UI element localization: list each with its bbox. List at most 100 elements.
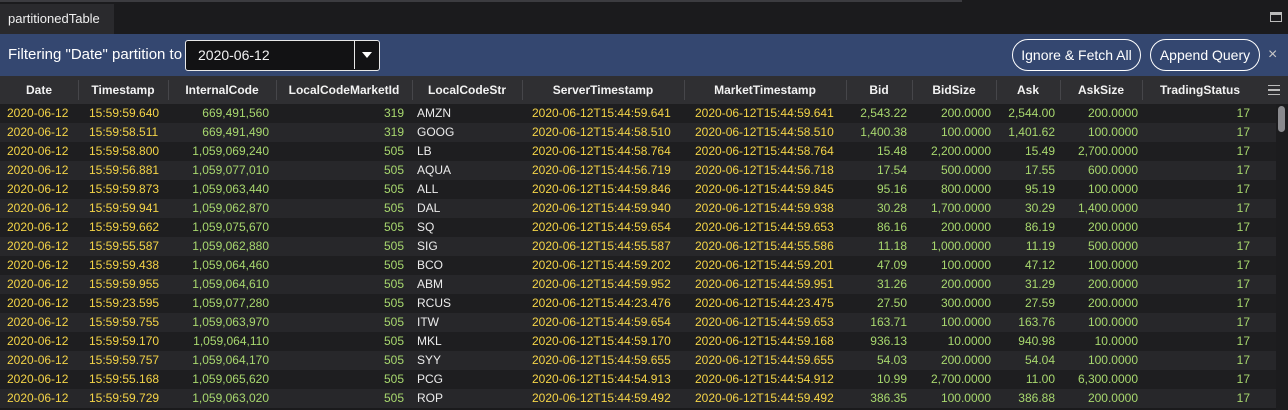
- column-header-asksize[interactable]: AskSize: [1060, 76, 1142, 104]
- cell-ask[interactable]: 31.29: [1025, 275, 1055, 294]
- cell-servertimestamp[interactable]: 2020-06-12T15:44:58.510: [532, 123, 671, 142]
- table-row[interactable]: 2020-06-12 15:59:58.800 1,059,069,240 505 LB…: [0, 142, 1276, 161]
- cell-bid[interactable]: 386.35: [870, 389, 907, 408]
- cell-bid[interactable]: 11.18: [878, 237, 907, 256]
- cell-date[interactable]: 2020-06-12: [7, 123, 68, 142]
- cell-localcodestr[interactable]: PCG: [417, 370, 443, 389]
- cell-bidsize[interactable]: 200.0000: [941, 351, 991, 370]
- partition-select[interactable]: 2020-06-12: [185, 40, 380, 71]
- cell-ask[interactable]: 27.59: [1025, 294, 1055, 313]
- cell-internalcode[interactable]: 1,059,077,010: [192, 161, 269, 180]
- table-row[interactable]: 2020-06-12 15:59:59.438 1,059,064,460 505 BC…: [0, 256, 1276, 275]
- cell-bid[interactable]: 27.50: [877, 294, 907, 313]
- column-header-markettimestamp[interactable]: MarketTimestamp: [684, 76, 846, 104]
- tab-partitioned-table[interactable]: partitionedTable: [0, 4, 114, 34]
- cell-localcodemarketid[interactable]: 505: [384, 313, 404, 332]
- column-header-tradingstatus[interactable]: TradingStatus: [1142, 76, 1258, 104]
- cell-asksize[interactable]: 200.0000: [1088, 218, 1138, 237]
- cell-ask[interactable]: 163.76: [1018, 313, 1055, 332]
- cell-timestamp[interactable]: 15:59:59.955: [89, 275, 159, 294]
- cell-timestamp[interactable]: 15:59:58.800: [89, 142, 159, 161]
- cell-tradingstatus[interactable]: 17: [1237, 294, 1250, 313]
- cell-asksize[interactable]: 100.0000: [1088, 256, 1138, 275]
- cell-internalcode[interactable]: 1,059,063,020: [192, 389, 269, 408]
- cell-bidsize[interactable]: 200.0000: [941, 218, 991, 237]
- cell-date[interactable]: 2020-06-12: [7, 218, 68, 237]
- vertical-scrollbar[interactable]: [1276, 104, 1288, 410]
- table-row[interactable]: 2020-06-12 15:59:59.873 1,059,063,440 505 AL…: [0, 180, 1276, 199]
- cell-markettimestamp[interactable]: 2020-06-12T15:44:56.718: [695, 161, 834, 180]
- cell-timestamp[interactable]: 15:59:59.941: [89, 199, 159, 218]
- cell-internalcode[interactable]: 1,059,075,670: [192, 218, 269, 237]
- table-row[interactable]: 2020-06-12 15:59:59.640 669,491,560 319 AMZN…: [0, 104, 1276, 123]
- cell-bid[interactable]: 54.03: [877, 351, 907, 370]
- cell-tradingstatus[interactable]: 17: [1237, 351, 1250, 370]
- cell-markettimestamp[interactable]: 2020-06-12T15:44:59.938: [695, 199, 834, 218]
- cell-bidsize[interactable]: 100.0000: [941, 389, 991, 408]
- cell-internalcode[interactable]: 1,059,064,460: [192, 256, 269, 275]
- cell-internalcode[interactable]: 1,059,063,970: [192, 313, 269, 332]
- cell-localcodemarketid[interactable]: 505: [384, 161, 404, 180]
- column-header-bidsize[interactable]: BidSize: [912, 76, 996, 104]
- cell-bid[interactable]: 936.13: [870, 332, 907, 351]
- cell-bidsize[interactable]: 1,000.0000: [931, 237, 991, 256]
- cell-bid[interactable]: 95.16: [877, 180, 907, 199]
- cell-bid[interactable]: 47.09: [877, 256, 907, 275]
- cell-asksize[interactable]: 200.0000: [1088, 389, 1138, 408]
- cell-bidsize[interactable]: 2,700.0000: [931, 370, 991, 389]
- cell-ask[interactable]: 47.12: [1025, 256, 1055, 275]
- column-header-ask[interactable]: Ask: [996, 76, 1060, 104]
- cell-timestamp[interactable]: 15:59:59.640: [89, 104, 159, 123]
- table-row[interactable]: 2020-06-12 15:59:59.729 1,059,063,020 505 RO…: [0, 389, 1276, 408]
- cell-servertimestamp[interactable]: 2020-06-12T15:44:59.492: [532, 389, 671, 408]
- cell-date[interactable]: 2020-06-12: [7, 332, 68, 351]
- cell-servertimestamp[interactable]: 2020-06-12T15:44:59.940: [532, 199, 671, 218]
- cell-bid[interactable]: 15.48: [877, 142, 907, 161]
- cell-date[interactable]: 2020-06-12: [7, 161, 68, 180]
- table-row[interactable]: 2020-06-12 15:59:55.587 1,059,062,880 505 SI…: [0, 237, 1276, 256]
- cell-date[interactable]: 2020-06-12: [7, 370, 68, 389]
- cell-localcodestr[interactable]: SYY: [417, 351, 441, 370]
- cell-localcodestr[interactable]: ALL: [417, 180, 438, 199]
- cell-ask[interactable]: 11.00: [1026, 370, 1055, 389]
- cell-localcodemarketid[interactable]: 319: [384, 123, 404, 142]
- cell-date[interactable]: 2020-06-12: [7, 199, 68, 218]
- cell-date[interactable]: 2020-06-12: [7, 313, 68, 332]
- cell-ask[interactable]: 1,401.62: [1008, 123, 1055, 142]
- cell-tradingstatus[interactable]: 17: [1237, 104, 1250, 123]
- cell-asksize[interactable]: 500.0000: [1088, 237, 1138, 256]
- table-row[interactable]: 2020-06-12 15:59:58.511 669,491,490 319 GOOG…: [0, 123, 1276, 142]
- cell-tradingstatus[interactable]: 17: [1237, 370, 1250, 389]
- cell-asksize[interactable]: 2,700.0000: [1078, 142, 1138, 161]
- cell-servertimestamp[interactable]: 2020-06-12T15:44:59.655: [532, 351, 671, 370]
- cell-localcodemarketid[interactable]: 505: [384, 389, 404, 408]
- cell-internalcode[interactable]: 669,491,560: [202, 104, 269, 123]
- cell-servertimestamp[interactable]: 2020-06-12T15:44:59.654: [532, 313, 671, 332]
- cell-localcodemarketid[interactable]: 505: [384, 256, 404, 275]
- cell-bid[interactable]: 17.54: [877, 161, 907, 180]
- cell-servertimestamp[interactable]: 2020-06-12T15:44:59.952: [532, 275, 671, 294]
- cell-tradingstatus[interactable]: 17: [1237, 332, 1250, 351]
- scrollbar-thumb[interactable]: [1278, 106, 1285, 132]
- cell-localcodemarketid[interactable]: 505: [384, 180, 404, 199]
- cell-tradingstatus[interactable]: 17: [1237, 313, 1250, 332]
- column-header-servertimestamp[interactable]: ServerTimestamp: [522, 76, 684, 104]
- cell-servertimestamp[interactable]: 2020-06-12T15:44:56.719: [532, 161, 671, 180]
- cell-servertimestamp[interactable]: 2020-06-12T15:44:59.846: [532, 180, 671, 199]
- append-query-button[interactable]: Append Query: [1150, 39, 1260, 71]
- cell-internalcode[interactable]: 1,059,063,440: [192, 180, 269, 199]
- cell-localcodemarketid[interactable]: 319: [384, 104, 404, 123]
- cell-timestamp[interactable]: 15:59:23.595: [89, 294, 159, 313]
- table-row[interactable]: 2020-06-12 15:59:59.170 1,059,064,110 505 MK…: [0, 332, 1276, 351]
- cell-date[interactable]: 2020-06-12: [7, 256, 68, 275]
- cell-servertimestamp[interactable]: 2020-06-12T15:44:23.476: [532, 294, 671, 313]
- cell-markettimestamp[interactable]: 2020-06-12T15:44:58.764: [695, 142, 834, 161]
- cell-markettimestamp[interactable]: 2020-06-12T15:44:23.475: [695, 294, 834, 313]
- cell-tradingstatus[interactable]: 17: [1237, 389, 1250, 408]
- cell-internalcode[interactable]: 669,491,490: [202, 123, 269, 142]
- cell-asksize[interactable]: 600.0000: [1088, 161, 1138, 180]
- cell-markettimestamp[interactable]: 2020-06-12T15:44:59.492: [695, 389, 834, 408]
- cell-bidsize[interactable]: 800.0000: [941, 180, 991, 199]
- cell-internalcode[interactable]: 1,059,062,880: [192, 237, 269, 256]
- cell-timestamp[interactable]: 15:59:56.881: [89, 161, 159, 180]
